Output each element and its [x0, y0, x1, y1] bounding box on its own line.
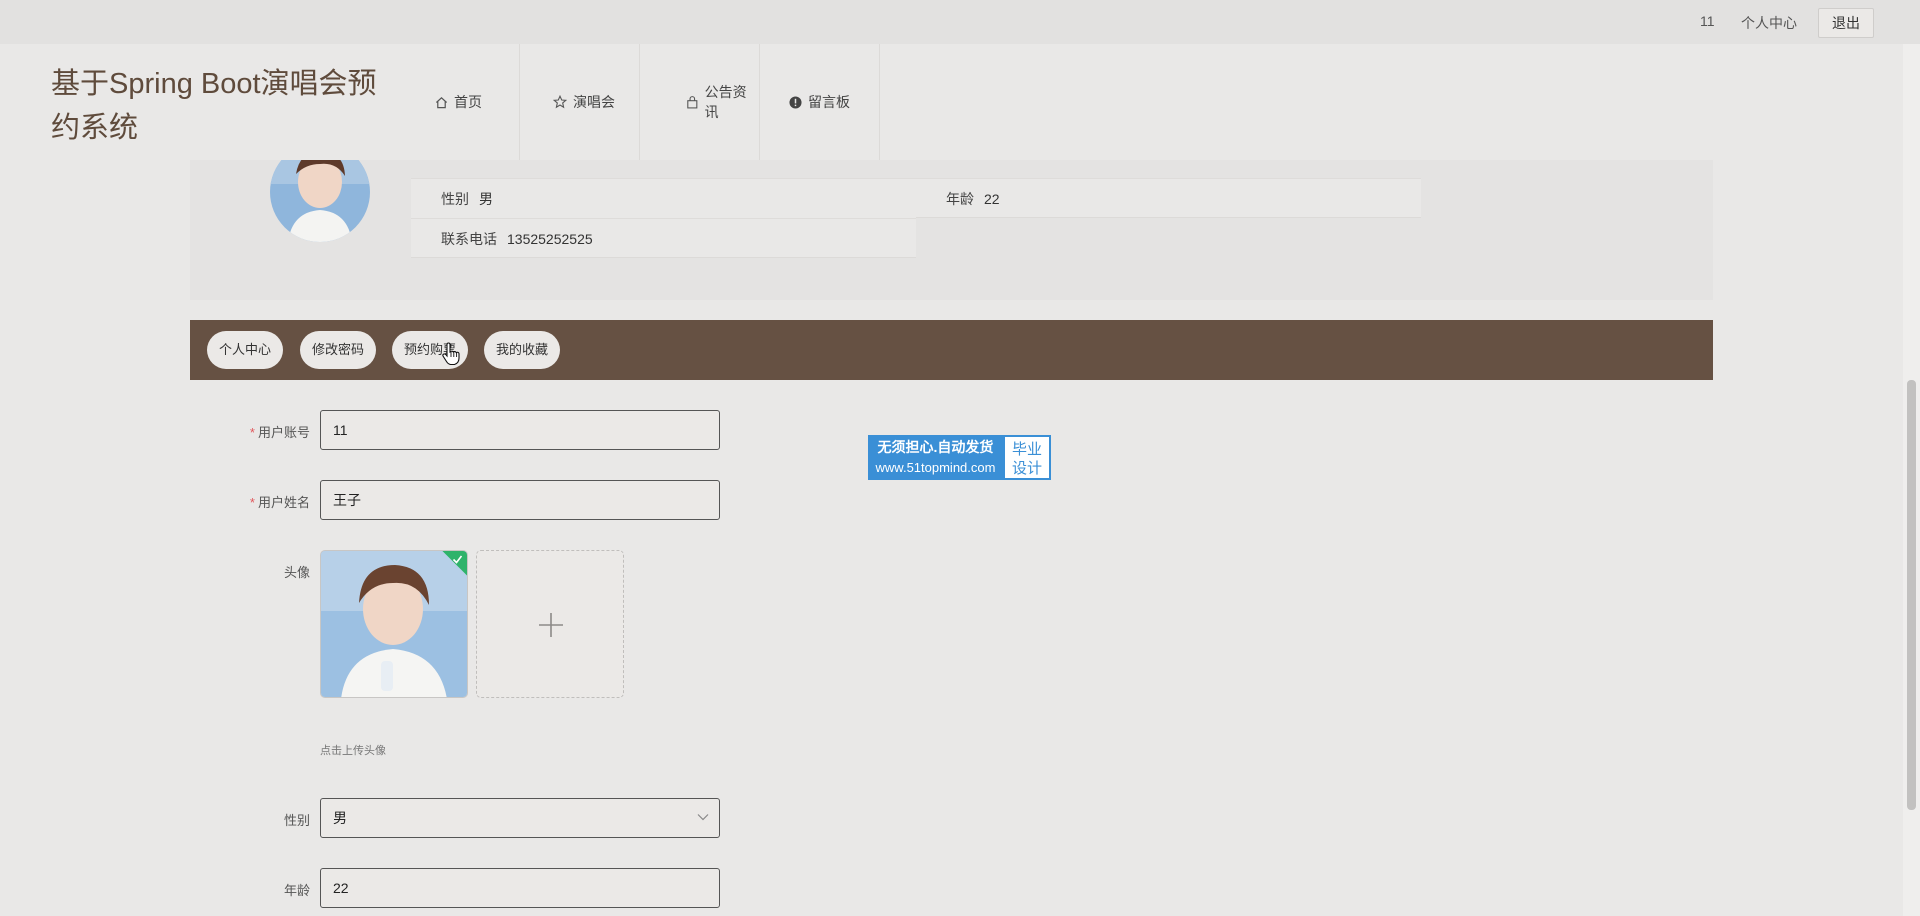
bag-icon	[687, 95, 698, 108]
hand-pointer-cursor-icon	[442, 342, 460, 366]
ad-banner-left: 无须担心.自动发货 www.51topmind.com	[868, 435, 1003, 480]
gender-select-value: 男	[333, 810, 347, 826]
site-title: 基于Spring Boot演唱会预约系统	[51, 68, 377, 144]
avatar-upload-button[interactable]	[476, 550, 624, 698]
name-label-text: 用户姓名	[257, 495, 310, 510]
account-label: * 用户账号	[190, 422, 310, 441]
profile-age-row: 年龄 22	[916, 178, 1421, 218]
top-utility-bar: 11 个人中心 退出	[0, 0, 1920, 44]
ad-right-line-1: 毕业	[1011, 441, 1042, 458]
age-label: 年龄	[283, 883, 310, 898]
avatar-preview-photo	[321, 551, 467, 697]
age-input[interactable]: 22	[320, 868, 720, 908]
main-nav: 首页 演唱会 公告资讯 留言板	[415, 44, 880, 160]
username-label: 11	[1700, 13, 1715, 29]
tab-bar: 个人中心 修改密码 预约购票 我的收藏	[190, 320, 1713, 380]
profile-age-label: 年龄	[946, 191, 974, 207]
required-mark: *	[249, 425, 255, 440]
tab-my-favorites[interactable]: 我的收藏	[484, 331, 560, 369]
chevron-down-icon	[697, 814, 709, 821]
star-icon	[553, 95, 567, 109]
profile-gender-value: 男	[479, 191, 493, 207]
nav-item-concerts-label: 演唱会	[573, 94, 615, 110]
avatar-label: 头像	[283, 565, 310, 580]
profile-gender-label: 性别	[441, 191, 469, 207]
name-input[interactable]: 王子	[320, 480, 720, 520]
site-header: 基于Spring Boot演唱会预约系统 首页 演唱会 公告资讯 留言板	[0, 44, 1900, 160]
gender-label: 性别	[283, 813, 310, 828]
gender-select[interactable]: 男	[320, 798, 720, 838]
avatar-upload-preview[interactable]	[320, 550, 468, 698]
nav-item-news[interactable]: 公告资讯	[640, 44, 760, 160]
nav-item-concerts[interactable]: 演唱会	[520, 44, 640, 160]
checkmark-icon	[452, 555, 463, 564]
tab-personal-center[interactable]: 个人中心	[207, 331, 283, 369]
home-icon	[435, 96, 448, 108]
ad-banner-right: 毕业 设计	[1003, 435, 1051, 480]
page-scrollbar[interactable]	[1903, 44, 1920, 916]
plus-icon	[539, 613, 563, 637]
ad-line-2: www.51topmind.com	[875, 460, 996, 475]
profile-link[interactable]: 个人中心	[1741, 13, 1797, 33]
profile-phone-label: 联系电话	[441, 231, 497, 247]
tab-change-password[interactable]: 修改密码	[300, 331, 376, 369]
nav-item-message-board[interactable]: 留言板	[760, 44, 880, 160]
profile-phone-value: 13525252525	[507, 231, 593, 247]
avatar-upload-tip: 点击上传头像	[320, 745, 386, 757]
profile-age-value: 22	[984, 191, 1000, 207]
account-label-text: 用户账号	[257, 425, 310, 440]
nav-item-home[interactable]: 首页	[415, 44, 520, 160]
ad-banner[interactable]: 无须担心.自动发货 www.51topmind.com 毕业 设计	[868, 435, 1051, 480]
profile-phone-row: 联系电话 13525252525	[411, 218, 916, 258]
nav-item-home-label: 首页	[454, 94, 482, 110]
nav-item-news-label: 公告资讯	[704, 84, 747, 120]
profile-gender-row: 性别男	[411, 178, 916, 218]
logout-button[interactable]: 退出	[1818, 8, 1874, 38]
required-mark: *	[249, 495, 255, 510]
alert-circle-icon	[789, 95, 802, 109]
name-label: * 用户姓名	[190, 492, 310, 511]
nav-item-message-board-label: 留言板	[808, 94, 850, 110]
account-input[interactable]: 11	[320, 410, 720, 450]
scrollbar-thumb[interactable]	[1907, 380, 1916, 810]
ad-right-line-2: 设计	[1011, 460, 1042, 477]
ad-line-1: 无须担心.自动发货	[877, 439, 994, 455]
